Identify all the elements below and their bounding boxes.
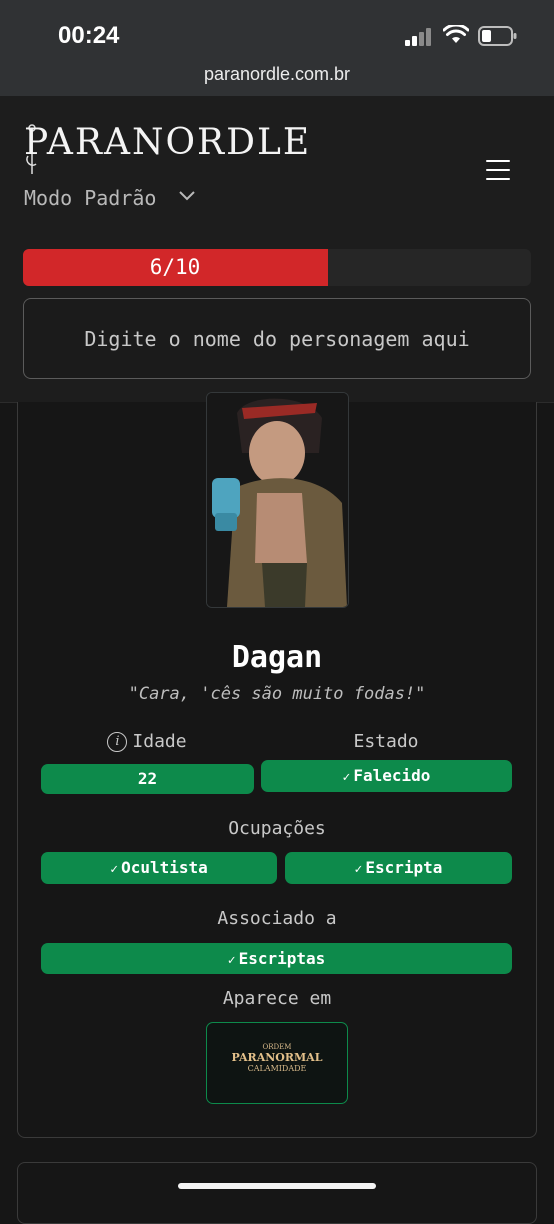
character-search-input[interactable] <box>24 299 530 378</box>
occupation-value: Escripta <box>365 858 443 877</box>
associated-value: Escriptas <box>238 949 326 968</box>
state-value: Falecido <box>353 766 431 785</box>
associated-badge: ✓ Escriptas <box>41 943 512 974</box>
status-bar: 00:24 <box>0 0 554 62</box>
mode-selector[interactable]: Modo Padrão <box>24 186 156 210</box>
signal-icon <box>405 28 431 46</box>
character-search-box[interactable] <box>23 298 531 379</box>
associated-label: Associado a <box>217 908 337 929</box>
home-indicator[interactable] <box>178 1183 376 1189</box>
appears-label: Aparece em <box>222 988 332 1009</box>
check-icon: ✓ <box>227 953 236 968</box>
game-logo-line: CALAMIDADE <box>247 1064 307 1073</box>
occupation-badge: ✓ Escripta <box>285 852 512 884</box>
character-name: Dagan <box>231 640 323 675</box>
hamburger-menu-icon[interactable] <box>486 160 510 182</box>
guess-progress-bar: 6/10 <box>23 249 531 286</box>
character-portrait <box>206 392 349 608</box>
age-label: Idade <box>132 731 187 752</box>
occupation-value: Ocultista <box>121 858 208 877</box>
state-value-badge: ✓ Falecido <box>261 760 512 792</box>
game-logo-text: ORDEM PARANORMAL CALAMIDADE <box>207 1043 347 1073</box>
battery-icon <box>478 26 517 46</box>
character-quote: "Cara, 'cês são muito fodas!" <box>128 684 426 704</box>
info-icon[interactable]: i <box>107 732 128 752</box>
game-logo-line: ORDEM <box>262 1043 292 1051</box>
check-icon: ✓ <box>110 862 119 877</box>
next-card <box>17 1162 537 1224</box>
game-thumbnail[interactable]: ORDEM PARANORMAL CALAMIDADE <box>206 1022 348 1104</box>
site-logo[interactable]: PARANORDLE <box>24 122 311 163</box>
occupations-label: Ocupações <box>228 818 326 839</box>
check-icon: ✓ <box>342 770 351 785</box>
age-value: 22 <box>137 769 158 788</box>
occupation-badge: ✓ Ocultista <box>41 852 277 884</box>
age-value-badge: 22 <box>41 764 254 794</box>
check-icon: ✓ <box>354 862 363 877</box>
browser-address-bar[interactable]: paranordle.com.br <box>0 62 554 96</box>
progress-label: 6/10 <box>149 255 201 279</box>
game-logo-line: PARANORMAL <box>231 1051 323 1064</box>
age-label-row: i Idade <box>40 731 254 752</box>
state-label: Estado <box>353 731 419 752</box>
status-time: 00:24 <box>58 22 120 49</box>
chevron-down-icon[interactable] <box>178 190 196 202</box>
url-text[interactable]: paranordle.com.br <box>0 64 554 85</box>
wifi-icon <box>443 25 469 43</box>
